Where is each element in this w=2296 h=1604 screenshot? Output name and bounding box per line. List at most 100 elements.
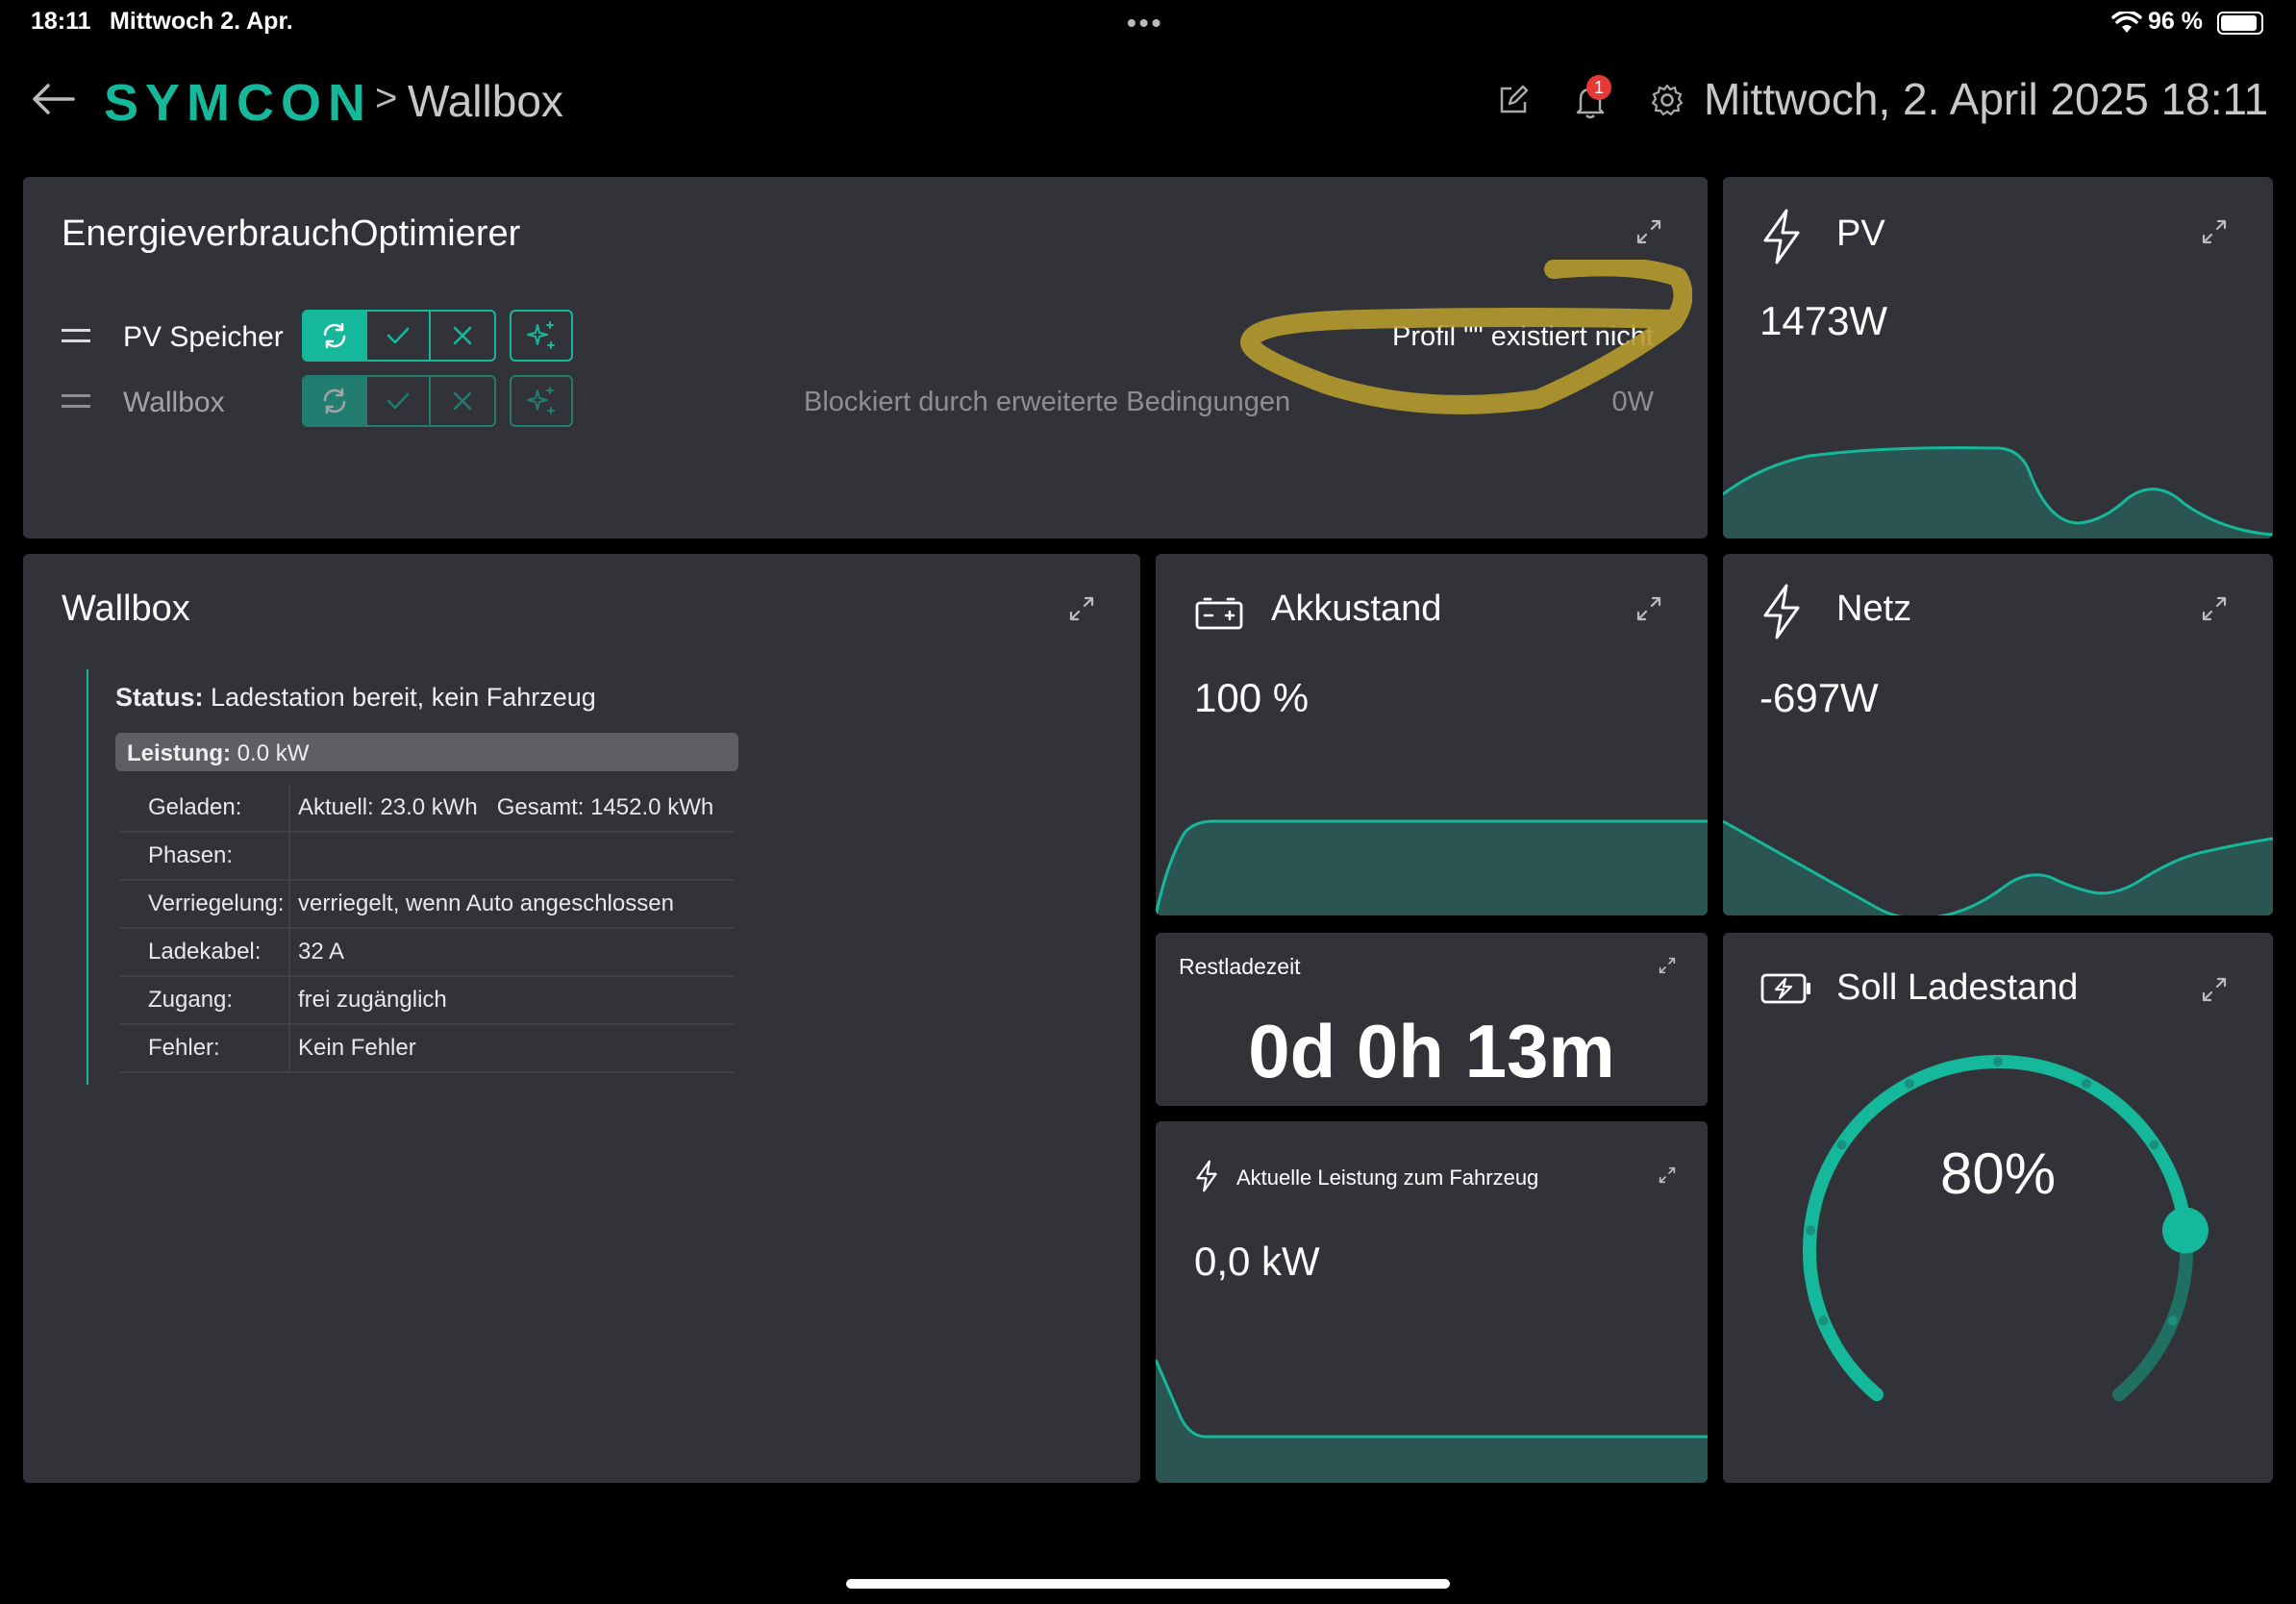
soll-gauge[interactable] bbox=[1723, 933, 2273, 1483]
row-key: Phasen: bbox=[119, 833, 290, 879]
sparkle-icon bbox=[527, 387, 555, 414]
row-key: Ladekabel: bbox=[119, 929, 290, 975]
refresh-icon bbox=[323, 388, 346, 414]
mode-toggle-group[interactable] bbox=[302, 375, 496, 427]
soll-card: Soll Ladestand 80% bbox=[1723, 933, 2273, 1483]
gear-icon[interactable] bbox=[1650, 83, 1685, 117]
optimizer-row-label: Wallbox bbox=[123, 387, 225, 418]
row-value: 32 A bbox=[298, 939, 345, 965]
edit-icon[interactable] bbox=[1496, 83, 1531, 117]
pv-value: 1473W bbox=[1759, 298, 1888, 343]
smart-mode-button[interactable] bbox=[510, 375, 573, 427]
akku-card: Akkustand 100 % bbox=[1156, 554, 1708, 915]
row-value: frei zugänglich bbox=[298, 987, 447, 1013]
close-icon bbox=[453, 326, 472, 345]
smart-mode-button[interactable] bbox=[510, 310, 573, 362]
akku-value: 100 % bbox=[1194, 675, 1310, 720]
expand-icon[interactable] bbox=[1658, 956, 1677, 975]
row-value: Aktuell: 23.0 kWh Gesamt: 1452.0 kWh bbox=[298, 794, 714, 820]
lightning-icon bbox=[1763, 209, 1800, 264]
expand-icon[interactable] bbox=[1635, 217, 1663, 246]
netz-title: Netz bbox=[1836, 589, 1912, 629]
auto-mode-button[interactable] bbox=[304, 377, 367, 425]
optimizer-row-status: Blockiert durch erweiterte Bedingungen bbox=[804, 387, 1291, 417]
table-row: Geladen: Aktuell: 23.0 kWh Gesamt: 1452.0… bbox=[119, 785, 735, 833]
sparkle-icon bbox=[527, 321, 555, 349]
netz-sparkline bbox=[1723, 819, 2273, 915]
gauge-knob[interactable] bbox=[2161, 1207, 2209, 1254]
akku-title: Akkustand bbox=[1271, 589, 1442, 629]
mode-toggle-group[interactable] bbox=[302, 310, 496, 362]
header-datetime: Mittwoch, 2. April 2025 18:11 bbox=[1704, 74, 2269, 124]
soll-value: 80% bbox=[1939, 1141, 2057, 1206]
check-icon bbox=[387, 392, 410, 410]
table-row: Fehler: Kein Fehler bbox=[119, 1025, 735, 1073]
leistung-card: Aktuelle Leistung zum Fahrzeug 0,0 kW bbox=[1156, 1121, 1708, 1483]
notification-badge: 1 bbox=[1586, 75, 1611, 100]
netz-value: -697W bbox=[1759, 675, 1879, 720]
netz-card: Netz -697W bbox=[1723, 554, 2273, 915]
expand-icon[interactable] bbox=[1067, 594, 1096, 623]
optimizer-row-label: PV Speicher bbox=[123, 321, 284, 353]
row-key: Verriegelung: bbox=[119, 881, 290, 927]
check-icon bbox=[387, 327, 410, 344]
leistung-value: 0,0 kW bbox=[1194, 1239, 1320, 1284]
gauge-tick bbox=[1818, 1316, 1829, 1326]
akku-sparkline bbox=[1156, 819, 1708, 915]
gauge-tick bbox=[1993, 1057, 2003, 1066]
breadcrumb-current: Wallbox bbox=[408, 76, 563, 126]
pv-card: PV 1473W bbox=[1723, 177, 2273, 539]
annotation-scribble bbox=[1240, 260, 1692, 414]
wallbox-status: Status: Ladestation bereit, kein Fahrzeu… bbox=[115, 683, 596, 713]
home-indicator[interactable] bbox=[846, 1579, 1450, 1589]
off-mode-button[interactable] bbox=[431, 312, 494, 360]
expand-icon[interactable] bbox=[1658, 1165, 1677, 1185]
wallbox-info-table: Geladen: Aktuell: 23.0 kWh Gesamt: 1452.0… bbox=[119, 785, 735, 1073]
power-label: Leistung: bbox=[127, 740, 231, 766]
expand-icon[interactable] bbox=[1635, 594, 1663, 623]
battery-level-icon bbox=[1195, 597, 1243, 630]
on-mode-button[interactable] bbox=[367, 312, 431, 360]
restladezeit-title: Restladezeit bbox=[1179, 954, 1301, 979]
status-value: Ladestation bereit, kein Fahrzeug bbox=[211, 683, 596, 712]
row-value: verriegelt, wenn Auto angeschlossen bbox=[298, 890, 674, 916]
restladezeit-card: Restladezeit 0d 0h 13m bbox=[1156, 933, 1708, 1106]
power-bar: Leistung: 0.0 kW bbox=[115, 733, 738, 771]
row-value: Kein Fehler bbox=[298, 1035, 416, 1061]
auto-mode-button[interactable] bbox=[304, 312, 367, 360]
status-date: Mittwoch 2. Apr. bbox=[110, 8, 293, 35]
battery-icon bbox=[2217, 12, 2263, 35]
leistung-sparkline bbox=[1156, 1359, 1708, 1483]
gauge-filled-arc bbox=[1803, 1055, 2192, 1402]
pv-title: PV bbox=[1836, 213, 1885, 254]
lightning-icon bbox=[1196, 1160, 1217, 1192]
on-mode-button[interactable] bbox=[367, 377, 431, 425]
gauge-tick bbox=[1806, 1225, 1816, 1236]
optimizer-title: EnergieverbrauchOptimierer bbox=[62, 213, 521, 254]
wifi-icon bbox=[2111, 12, 2142, 33]
symcon-logo[interactable]: SYMCON bbox=[104, 73, 372, 133]
expand-icon[interactable] bbox=[2200, 594, 2229, 623]
status-time: 18:11 bbox=[31, 8, 91, 35]
refresh-icon bbox=[323, 322, 346, 349]
gauge-tick bbox=[1904, 1078, 1914, 1089]
off-mode-button[interactable] bbox=[431, 377, 494, 425]
status-label: Status: bbox=[115, 683, 204, 712]
battery-percent: 96 % bbox=[2148, 8, 2203, 35]
row-key: Zugang: bbox=[119, 977, 290, 1023]
expand-icon[interactable] bbox=[2200, 217, 2229, 246]
power-value: 0.0 kW bbox=[237, 740, 310, 766]
row-key: Geladen: bbox=[119, 785, 290, 831]
drag-handle-icon[interactable] bbox=[62, 329, 90, 342]
drag-handle-icon[interactable] bbox=[62, 394, 90, 408]
back-arrow-icon[interactable] bbox=[31, 83, 75, 115]
more-dots-icon[interactable]: ••• bbox=[1127, 8, 1163, 38]
status-bar: 18:11 Mittwoch 2. Apr. ••• 96 % bbox=[0, 0, 2296, 46]
gauge-remaining-arc bbox=[2111, 1223, 2193, 1402]
table-row: Verriegelung: verriegelt, wenn Auto anges… bbox=[119, 881, 735, 929]
table-row: Ladekabel: 32 A bbox=[119, 929, 735, 977]
table-row: Zugang: frei zugänglich bbox=[119, 977, 735, 1025]
pv-sparkline bbox=[1723, 446, 2273, 539]
restladezeit-value: 0d 0h 13m bbox=[1248, 1009, 1615, 1093]
table-row: Phasen: bbox=[119, 833, 735, 881]
